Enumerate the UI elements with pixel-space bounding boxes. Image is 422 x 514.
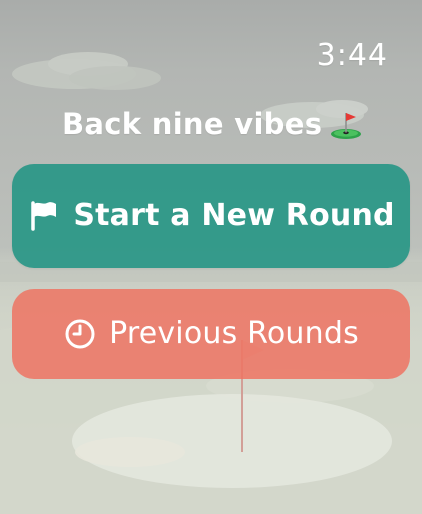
page-title: Back nine vibes (62, 107, 323, 141)
start-new-round-label: Start a New Round (73, 198, 395, 233)
golf-flag-icon (331, 113, 362, 139)
status-time: 3:44 (316, 38, 388, 73)
previous-rounds-label: Previous Rounds (109, 316, 359, 351)
previous-rounds-button[interactable]: Previous Rounds (12, 289, 410, 379)
flag-icon (31, 201, 57, 231)
start-new-round-button[interactable]: Start a New Round (12, 164, 410, 268)
page-header: Back nine vibes (62, 104, 364, 144)
clock-icon (65, 319, 95, 349)
